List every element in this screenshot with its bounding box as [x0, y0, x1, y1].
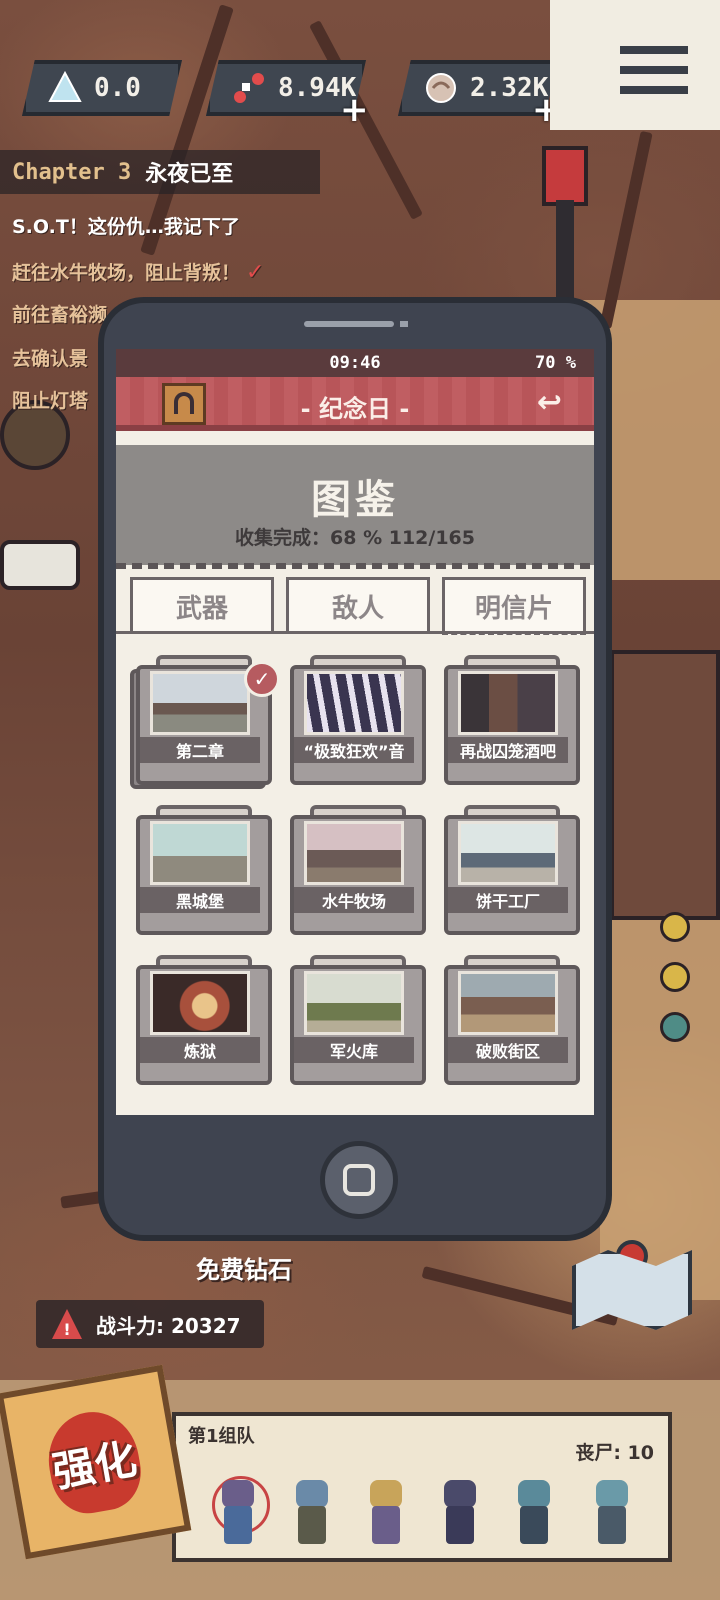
- postcard-card[interactable]: 黑城堡: [136, 805, 272, 935]
- combat-power: ! 战斗力: 20327: [36, 1300, 264, 1348]
- brain-icon: [426, 73, 456, 103]
- squad-name: 第1组队: [188, 1426, 255, 1447]
- banner-title: 图鉴: [311, 477, 399, 523]
- hamburger-menu-icon[interactable]: [550, 0, 720, 130]
- upgrade-button[interactable]: 强化: [0, 1364, 192, 1560]
- postcard-label: 炼狱: [140, 1037, 260, 1063]
- chapter-title: 永夜已至: [145, 162, 234, 187]
- check-icon: ✓: [246, 260, 265, 285]
- phone-screen: 09:46 70 % - 纪念日 - ↩ 图鉴 收集完成：68 % 112/16…: [116, 349, 594, 1115]
- postcard-label: 水牛牧场: [294, 887, 414, 913]
- postcard-card[interactable]: 再战囚笼酒吧: [444, 655, 580, 785]
- status-time: 09:46: [329, 353, 381, 373]
- warning-icon: !: [52, 1309, 82, 1339]
- checkmark-icon: ✓: [244, 661, 280, 697]
- squad-panel[interactable]: 第1组队 丧尸: 10: [172, 1412, 672, 1562]
- crystal-icon: [48, 71, 82, 102]
- gem-value: 0.0: [94, 73, 141, 103]
- postcard-card[interactable]: 军火库: [290, 955, 426, 1085]
- add-bone-button[interactable]: +: [340, 90, 369, 130]
- app-title-bar: - 纪念日 - ↩: [116, 377, 594, 431]
- tab-weapons[interactable]: 武器: [130, 577, 274, 633]
- back-arrow-icon[interactable]: ↩: [537, 385, 562, 420]
- postcard-label: 破败街区: [448, 1037, 568, 1063]
- bone-icon: [234, 73, 264, 103]
- zombie-count: 丧尸: 10: [575, 1442, 654, 1464]
- status-bar: 09:46 70 %: [116, 349, 594, 377]
- tab-enemies[interactable]: 敌人: [286, 577, 430, 633]
- postcard-label: 第二章: [140, 737, 260, 763]
- collection-banner: 图鉴 收集完成：68 % 112/165: [116, 445, 594, 565]
- zombie-unit[interactable]: [286, 1480, 336, 1550]
- postcard-card[interactable]: 水牛牧场: [290, 805, 426, 935]
- map-icon[interactable]: [572, 1250, 692, 1330]
- phone-speaker: [304, 321, 394, 327]
- postcard-card[interactable]: “极致狂欢”音: [290, 655, 426, 785]
- home-button-icon[interactable]: [320, 1141, 398, 1219]
- collection-progress: 收集完成：68 % 112/165: [235, 527, 475, 549]
- machine: [0, 540, 80, 590]
- postcard-label: 再战囚笼酒吧: [448, 737, 568, 763]
- zombie-unit[interactable]: [360, 1480, 410, 1550]
- yellow-orb[interactable]: [660, 962, 690, 992]
- red-tower: [542, 146, 588, 206]
- zombie-unit[interactable]: [586, 1480, 636, 1550]
- chapter-header[interactable]: Chapter 3 永夜已至: [0, 150, 320, 194]
- postcard-label: 军火库: [294, 1037, 414, 1063]
- quest-item[interactable]: S.O.T！这份仇…我记下了: [12, 212, 240, 239]
- quest-item[interactable]: 阻止灯塔: [12, 386, 88, 413]
- postcard-card[interactable]: 破败街区: [444, 955, 580, 1085]
- postcard-card[interactable]: 炼狱: [136, 955, 272, 1085]
- postcard-card[interactable]: 第二章 ✓: [130, 655, 280, 789]
- postcard-card[interactable]: 饼干工厂: [444, 805, 580, 935]
- quest-item[interactable]: 赶往水牛牧场，阻止背叛！ ✓: [12, 258, 264, 285]
- yellow-orb[interactable]: [660, 912, 690, 942]
- gem-counter[interactable]: 0.0: [22, 60, 182, 116]
- phone-collection-modal: 09:46 70 % - 纪念日 - ↩ 图鉴 收集完成：68 % 112/16…: [98, 297, 612, 1241]
- postcard-label: 饼干工厂: [448, 887, 568, 913]
- postcard-label: 黑城堡: [140, 887, 260, 913]
- status-battery: 70 %: [535, 353, 576, 373]
- chapter-number: Chapter 3: [12, 159, 132, 185]
- app-title: - 纪念日 -: [300, 395, 410, 423]
- quest-item[interactable]: 前往畜裕濒: [12, 300, 107, 327]
- postcard-label: “极致狂欢”音: [294, 737, 414, 763]
- zombie-unit[interactable]: [508, 1480, 558, 1550]
- zombie-unit[interactable]: [434, 1480, 484, 1550]
- free-diamond-button[interactable]: 免费钻石: [196, 1250, 292, 1285]
- tab-postcards[interactable]: 明信片: [442, 577, 586, 635]
- machine-right: [610, 650, 720, 920]
- teal-orb[interactable]: [660, 1012, 690, 1042]
- combat-power-value: 战斗力: 20327: [96, 1313, 241, 1338]
- quest-item[interactable]: 去确认景: [12, 344, 88, 371]
- zombie-unit[interactable]: [212, 1476, 270, 1550]
